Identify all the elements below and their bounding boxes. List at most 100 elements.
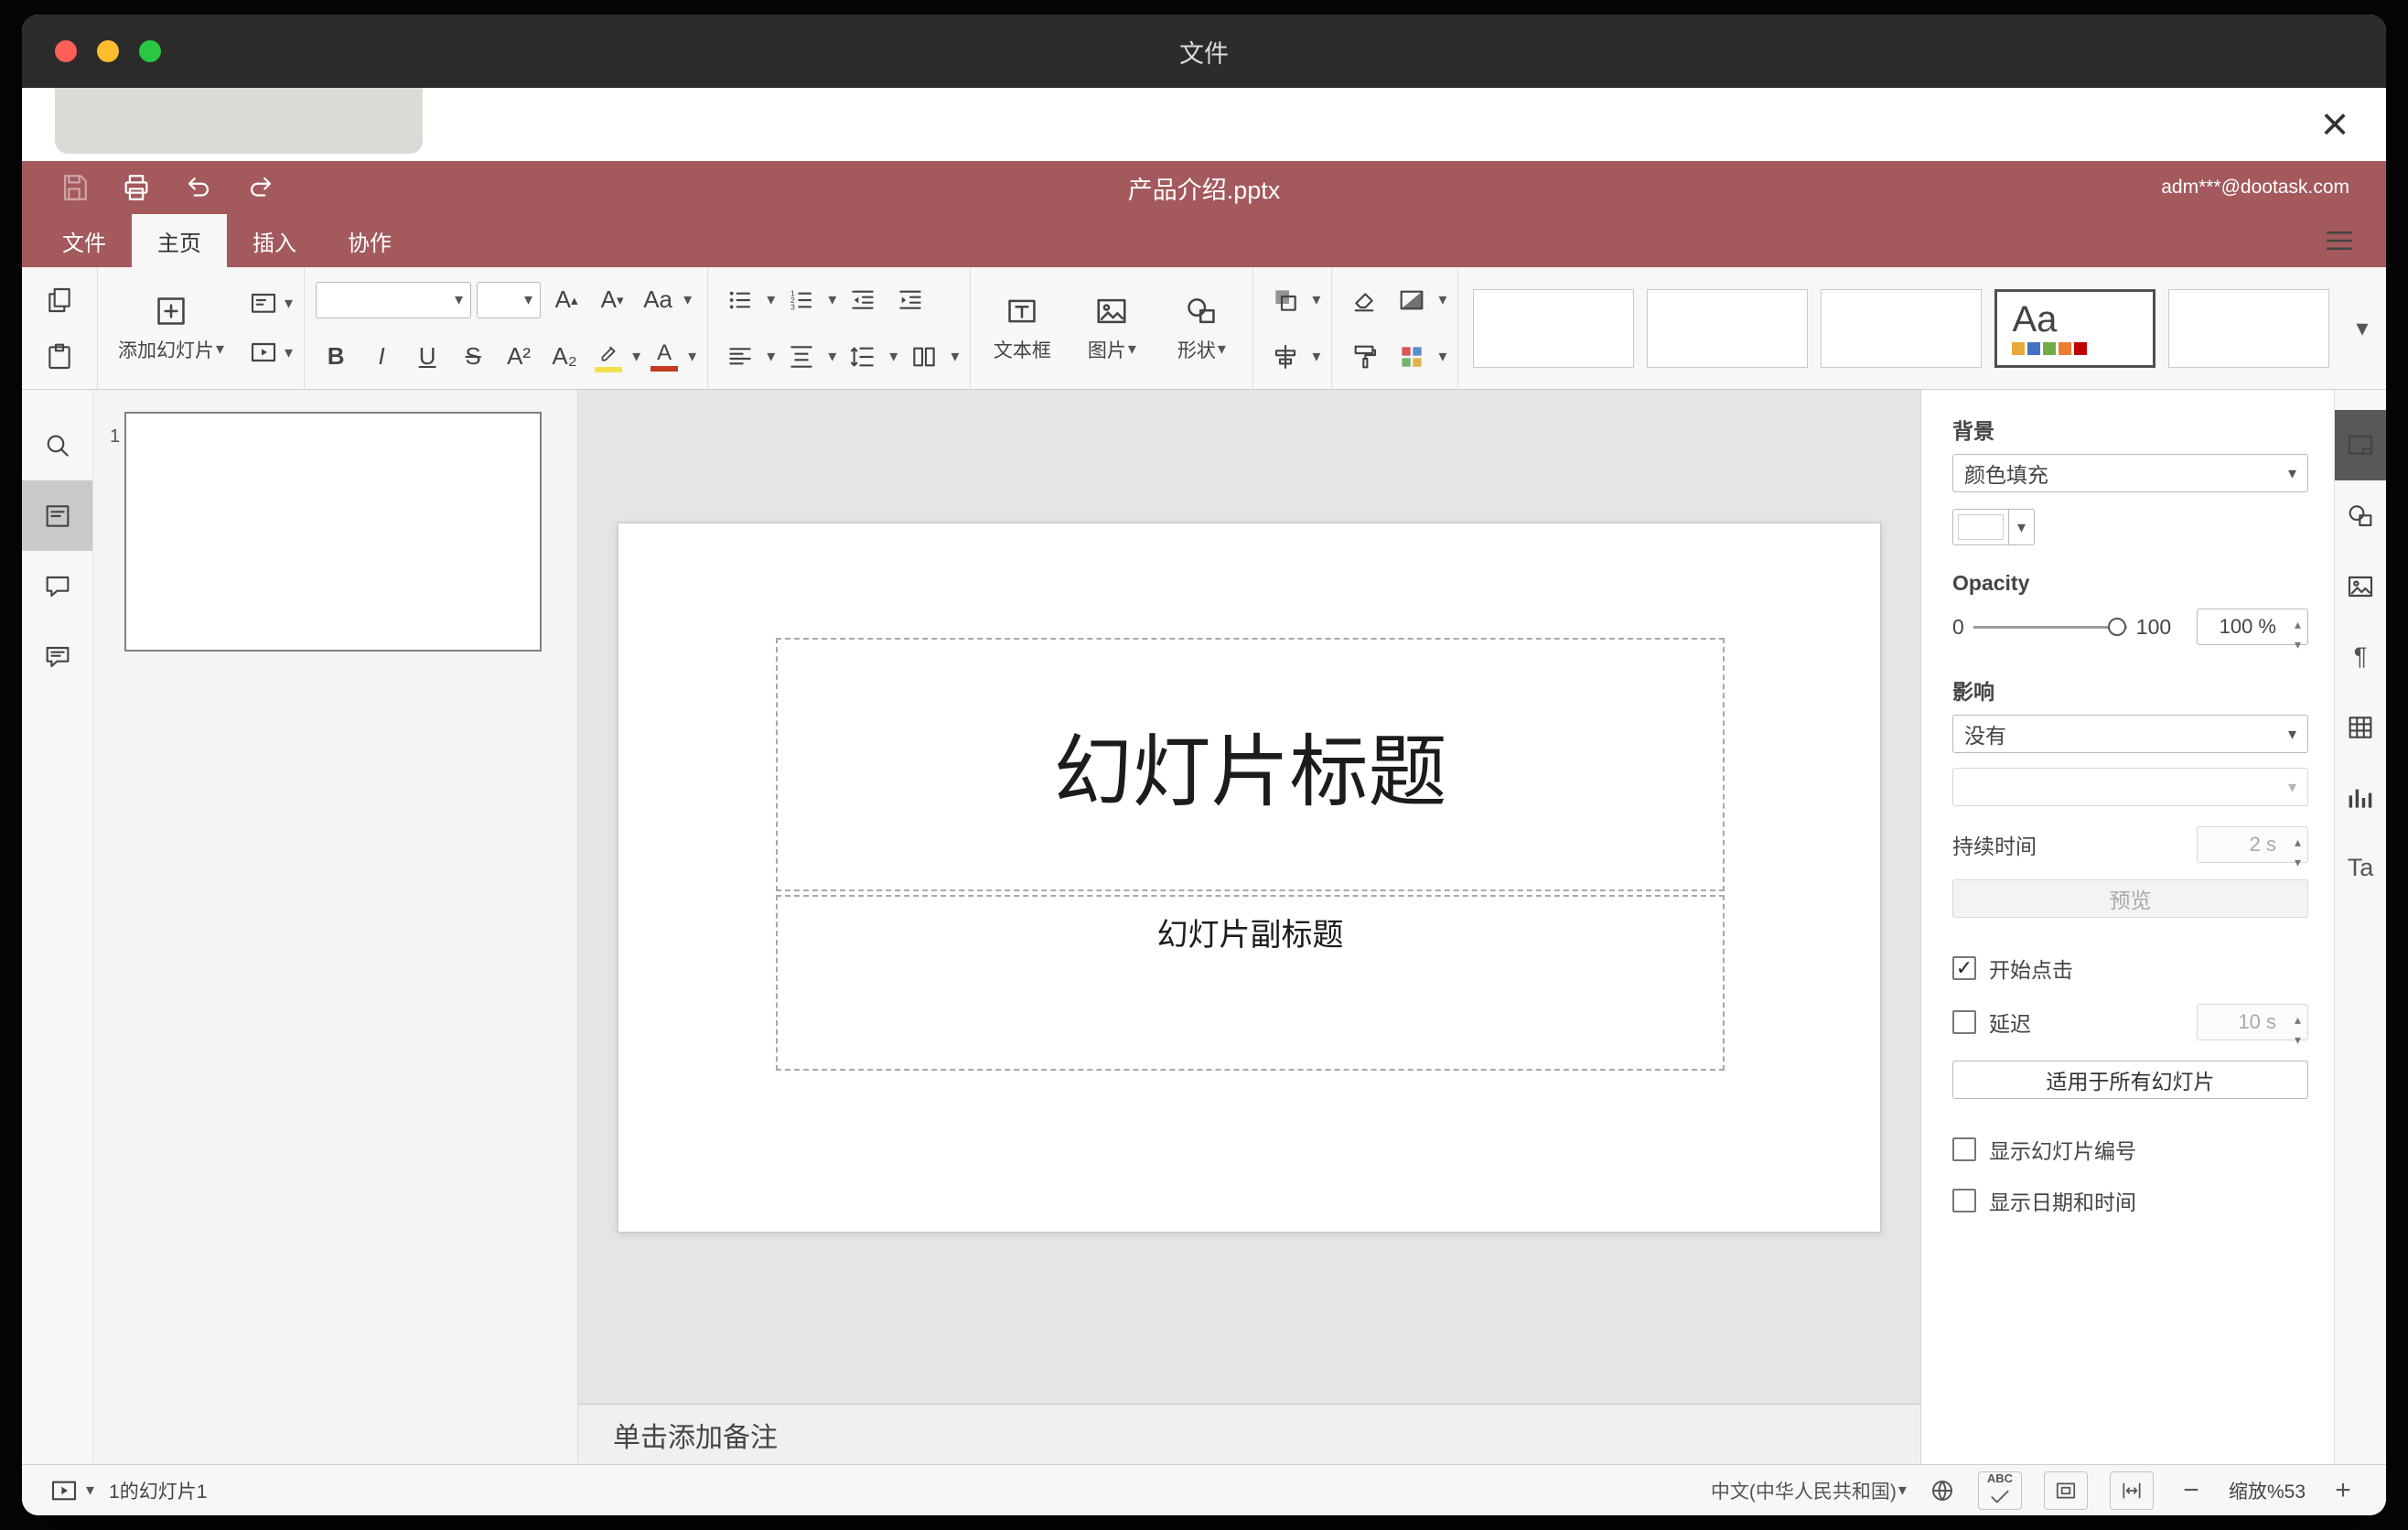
show-slide-number-checkbox[interactable] <box>1952 1137 1976 1161</box>
font-size-combo[interactable] <box>477 281 542 318</box>
align-shapes-button[interactable] <box>1264 335 1306 379</box>
opacity-spinner[interactable]: 100 % <box>2197 609 2308 645</box>
tab-insert[interactable]: 插入 <box>227 214 322 267</box>
start-on-click-checkbox[interactable] <box>1952 956 1976 980</box>
paste-button[interactable] <box>38 335 81 379</box>
numbering-button[interactable]: 123 <box>780 278 822 322</box>
minimize-traffic-button[interactable] <box>97 40 119 62</box>
arrange-shapes-button[interactable] <box>1264 278 1306 322</box>
subscript-button[interactable]: A₂ <box>544 335 585 379</box>
background-fill-select[interactable]: 颜色填充 <box>1952 454 2308 492</box>
language-selector[interactable]: 中文(中华人民共和国) <box>1711 1477 1907 1504</box>
zoom-in-button[interactable]: + <box>2327 1475 2359 1506</box>
slide[interactable]: 幻灯片标题 幻灯片副标题 <box>618 523 1881 1233</box>
delay-checkbox[interactable] <box>1952 1010 1976 1034</box>
increase-indent-button[interactable] <box>889 278 931 322</box>
insert-textbox-button[interactable]: 文本框 <box>982 275 1062 382</box>
copy-button[interactable] <box>38 278 81 322</box>
chart-settings-tab[interactable] <box>2335 762 2386 833</box>
spinner-up-icon[interactable] <box>2295 1007 2301 1028</box>
duration-spinner[interactable]: 2 s <box>2197 826 2308 863</box>
align-button[interactable] <box>719 335 761 379</box>
decrease-font-button[interactable]: A <box>592 278 632 322</box>
save-icon[interactable] <box>59 172 90 203</box>
slides-panel-button[interactable] <box>22 480 92 551</box>
vertical-align-button[interactable] <box>780 335 822 379</box>
add-slide-button[interactable]: 添加幻灯片 <box>109 275 233 382</box>
slide-settings-button[interactable] <box>1391 278 1433 322</box>
highlight-color-button[interactable] <box>590 335 627 379</box>
feedback-button[interactable] <box>22 621 92 692</box>
slider-knob[interactable] <box>2107 618 2126 636</box>
spellcheck-button[interactable]: ABC <box>1977 1471 2022 1510</box>
redo-icon[interactable] <box>245 172 276 203</box>
fit-width-button[interactable] <box>2109 1471 2154 1510</box>
underline-button[interactable]: U <box>407 335 447 379</box>
bullets-button[interactable] <box>719 278 761 322</box>
change-layout-button[interactable] <box>242 282 293 326</box>
color-scheme-button[interactable] <box>1391 335 1433 379</box>
opacity-slider[interactable] <box>1973 617 2127 637</box>
bold-button[interactable]: B <box>316 335 356 379</box>
textart-settings-tab[interactable]: Ta <box>2335 833 2386 903</box>
preview-button[interactable]: 预览 <box>1952 879 2308 918</box>
comments-button[interactable] <box>22 551 92 621</box>
tab-home[interactable]: 主页 <box>132 214 227 267</box>
table-settings-tab[interactable] <box>2335 692 2386 762</box>
print-icon[interactable] <box>121 172 152 203</box>
close-icon[interactable]: × <box>2307 97 2362 152</box>
effect-type-select[interactable] <box>1952 768 2308 806</box>
italic-button[interactable]: I <box>361 335 402 379</box>
slide-canvas[interactable]: 幻灯片标题 幻灯片副标题 <box>578 390 1920 1404</box>
tab-file[interactable]: 文件 <box>37 214 132 267</box>
search-button[interactable] <box>22 410 92 480</box>
fit-slide-button[interactable] <box>2043 1471 2088 1510</box>
slide-thumbnail[interactable] <box>124 412 542 652</box>
change-case-button[interactable]: Aa <box>638 278 678 322</box>
title-placeholder[interactable]: 幻灯片标题 <box>776 638 1725 891</box>
menu-icon[interactable] <box>2322 223 2357 258</box>
zoom-traffic-button[interactable] <box>139 40 161 62</box>
insert-shape-button[interactable]: 形状 <box>1161 275 1242 382</box>
start-slideshow-icon[interactable] <box>49 1476 79 1505</box>
spinner-down-icon[interactable] <box>2295 1028 2301 1048</box>
apply-to-all-button[interactable]: 适用于所有幻灯片 <box>1952 1061 2308 1099</box>
globe-icon[interactable] <box>1929 1477 1956 1504</box>
clear-style-button[interactable] <box>1343 278 1385 322</box>
theme-tile[interactable] <box>1647 288 1809 368</box>
copy-style-button[interactable] <box>1343 335 1385 379</box>
theme-tile[interactable] <box>2168 288 2330 368</box>
increase-font-button[interactable]: A <box>546 278 586 322</box>
close-traffic-button[interactable] <box>55 40 77 62</box>
theme-gallery-expand-button[interactable] <box>2338 275 2386 382</box>
tab-collaboration[interactable]: 协作 <box>322 214 417 267</box>
background-color-picker[interactable] <box>1952 509 2035 545</box>
start-slideshow-button[interactable] <box>242 331 293 375</box>
zoom-out-button[interactable]: − <box>2176 1475 2207 1506</box>
spinner-up-icon[interactable] <box>2295 830 2301 850</box>
superscript-button[interactable]: A² <box>499 335 539 379</box>
font-name-combo[interactable] <box>316 281 472 318</box>
line-spacing-button[interactable] <box>842 335 884 379</box>
spinner-down-icon[interactable] <box>2295 850 2301 870</box>
image-settings-tab[interactable] <box>2335 551 2386 621</box>
delay-spinner[interactable]: 10 s <box>2197 1004 2308 1040</box>
chevron-down-icon[interactable] <box>86 1481 94 1500</box>
decrease-indent-button[interactable] <box>842 278 884 322</box>
slide-settings-tab[interactable] <box>2335 410 2386 480</box>
shape-settings-tab[interactable] <box>2335 480 2386 551</box>
columns-button[interactable] <box>903 335 945 379</box>
strikethrough-button[interactable]: S <box>453 335 493 379</box>
paragraph-settings-tab[interactable]: ¶ <box>2335 621 2386 692</box>
insert-image-button[interactable]: 图片 <box>1071 275 1152 382</box>
theme-tile[interactable] <box>1821 288 1983 368</box>
show-date-time-checkbox[interactable] <box>1952 1189 1976 1212</box>
spinner-down-icon[interactable] <box>2295 632 2301 652</box>
spinner-up-icon[interactable] <box>2295 612 2301 632</box>
theme-tile[interactable] <box>1473 288 1635 368</box>
theme-tile-selected[interactable]: Aa <box>1994 288 2156 368</box>
subtitle-placeholder[interactable]: 幻灯片副标题 <box>776 895 1725 1071</box>
effect-select[interactable]: 没有 <box>1952 715 2308 753</box>
undo-icon[interactable] <box>183 172 214 203</box>
font-color-button[interactable]: A <box>646 335 683 379</box>
